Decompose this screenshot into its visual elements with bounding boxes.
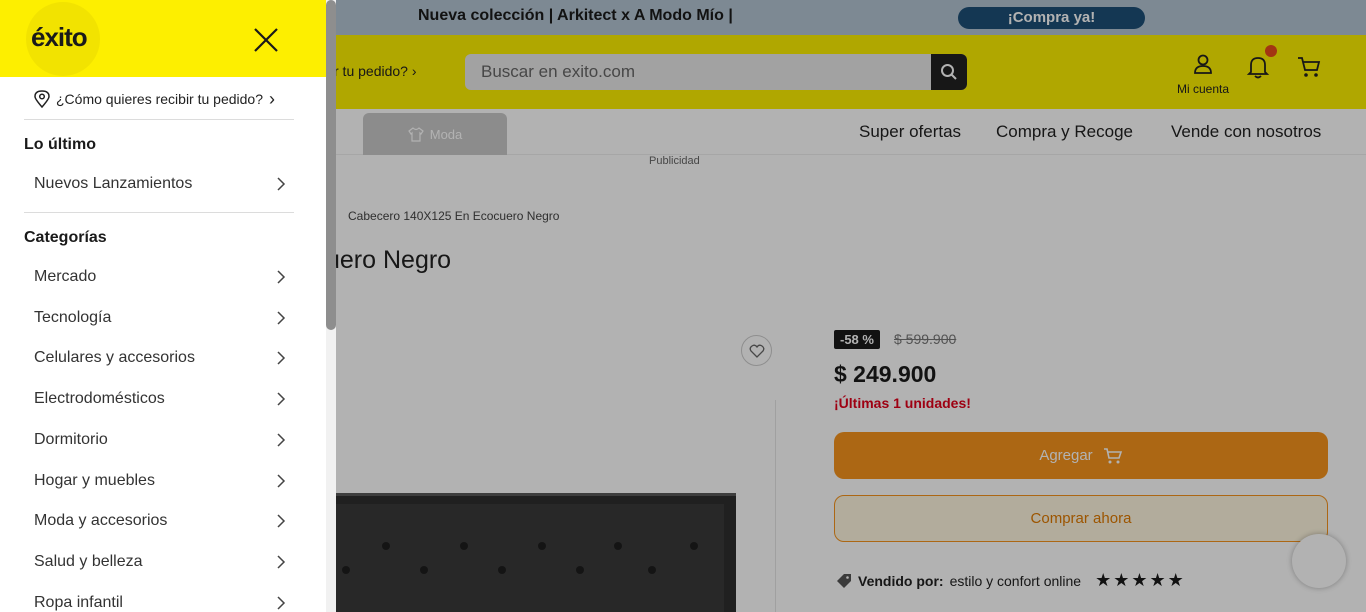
menu-item-salud-belleza[interactable]: Salud y belleza [24, 544, 294, 580]
chevron-right-icon [277, 596, 286, 610]
drawer-header: éxito [0, 0, 326, 77]
menu-item-label: Nuevos Lanzamientos [34, 175, 193, 192]
menu-item-mercado[interactable]: Mercado [24, 259, 294, 295]
location-pin-icon [34, 90, 50, 108]
menu-item-nuevos-lanzamientos[interactable]: Nuevos Lanzamientos [24, 166, 294, 202]
menu-item-tecnologia[interactable]: Tecnología [24, 300, 294, 336]
menu-item-label: Tecnología [34, 309, 112, 326]
chevron-right-icon: › [269, 88, 275, 109]
menu-drawer: éxito ¿Cómo quieres recibir tu pedido? ›… [0, 0, 336, 612]
exito-logo[interactable]: éxito [31, 22, 88, 53]
menu-item-dormitorio[interactable]: Dormitorio [24, 422, 294, 458]
menu-item-label: Ropa infantil [34, 594, 123, 611]
chevron-right-icon [277, 433, 286, 447]
menu-item-label: Salud y belleza [34, 553, 143, 570]
menu-item-electrodomesticos[interactable]: Electrodomésticos [24, 381, 294, 417]
chevron-right-icon [277, 474, 286, 488]
menu-item-celulares[interactable]: Celulares y accesorios [24, 340, 294, 376]
menu-item-hogar-muebles[interactable]: Hogar y muebles [24, 463, 294, 499]
chevron-right-icon [277, 514, 286, 528]
categories-section-title: Categorías [24, 229, 107, 246]
chevron-right-icon [277, 392, 286, 406]
menu-item-label: Hogar y muebles [34, 472, 155, 489]
menu-item-label: Mercado [34, 268, 97, 285]
drawer-delivery-link[interactable]: ¿Cómo quieres recibir tu pedido? › [34, 88, 304, 110]
divider [24, 212, 294, 213]
close-icon[interactable] [250, 24, 282, 56]
latest-section-title: Lo último [24, 136, 96, 153]
menu-item-label: Dormitorio [34, 431, 108, 448]
drawer-delivery-text: ¿Cómo quieres recibir tu pedido? [56, 91, 263, 107]
chevron-right-icon [277, 351, 286, 365]
chevron-right-icon [277, 177, 286, 191]
chevron-right-icon [277, 270, 286, 284]
menu-item-label: Electrodomésticos [34, 390, 165, 407]
drawer-scrollbar[interactable] [326, 0, 336, 330]
menu-item-label: Moda y accesorios [34, 512, 168, 529]
chevron-right-icon [277, 311, 286, 325]
chevron-right-icon [277, 555, 286, 569]
menu-item-ropa-infantil[interactable]: Ropa infantil [24, 585, 294, 612]
menu-item-label: Celulares y accesorios [34, 349, 195, 366]
menu-item-moda[interactable]: Moda y accesorios [24, 503, 294, 539]
divider [24, 119, 294, 120]
